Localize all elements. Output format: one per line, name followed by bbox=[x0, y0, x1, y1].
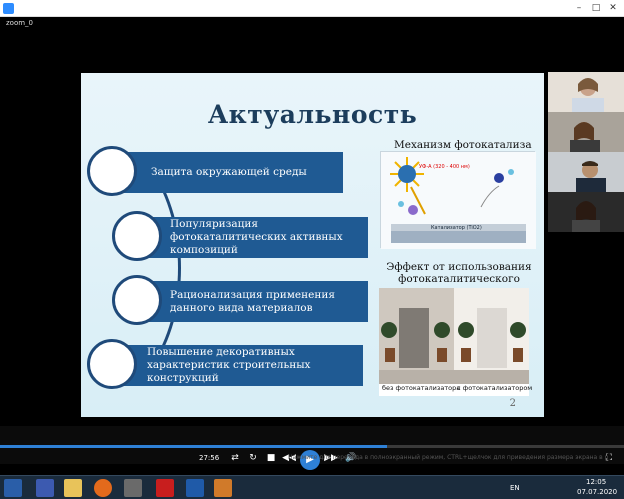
maximize-button[interactable]: □ bbox=[589, 1, 603, 15]
participant-thumbnails bbox=[548, 72, 624, 240]
seek-bar[interactable] bbox=[0, 445, 624, 448]
bullet-circle-1 bbox=[87, 146, 137, 196]
participant-video-4[interactable] bbox=[548, 192, 624, 232]
video-title: zoom_0 bbox=[6, 19, 34, 27]
close-button[interactable]: ✕ bbox=[606, 1, 620, 15]
bullet-circle-2 bbox=[112, 211, 162, 261]
taskbar: EN 12:05 07.07.2020 bbox=[0, 475, 624, 499]
slide-item-3: Рационализация применения данного вида м… bbox=[138, 281, 368, 322]
word-icon[interactable] bbox=[186, 479, 204, 497]
fullscreen-icon[interactable]: ⛶ bbox=[602, 451, 616, 465]
presentation-slide: Актуальность Защита окружающей среды Поп… bbox=[81, 73, 544, 417]
mechanism-title: Механизм фотокатализа bbox=[394, 139, 532, 151]
slide-item-4-text: Повышение декоративных характеристик стр… bbox=[147, 346, 311, 384]
language-indicator[interactable]: EN bbox=[510, 484, 520, 492]
slide-item-3-text: Рационализация применения данного вида м… bbox=[170, 288, 335, 314]
app-icon-2[interactable] bbox=[124, 479, 142, 497]
shuffle-icon[interactable]: ⇄ bbox=[228, 451, 242, 465]
slide-item-2-text: Популяризация фотокаталитических активны… bbox=[170, 218, 343, 256]
folder-icon[interactable] bbox=[64, 479, 82, 497]
bullet-circle-4 bbox=[87, 339, 137, 389]
media-player-icon[interactable] bbox=[214, 479, 232, 497]
elapsed-time: 27:56 bbox=[199, 454, 220, 462]
slide-page-number: 2 bbox=[509, 398, 516, 409]
participant-video-2[interactable] bbox=[548, 112, 624, 152]
slide-item-2: Популяризация фотокаталитических активны… bbox=[138, 217, 368, 258]
caption-without: без фотокатализатора bbox=[382, 384, 461, 392]
facade-comparison-photo bbox=[379, 288, 529, 396]
media-player-window: – □ ✕ zoom_0 Актуальность Защита окружаю… bbox=[0, 0, 624, 499]
catalyst-label: Катализатор (TiO2) bbox=[431, 225, 482, 231]
participant-video-3[interactable] bbox=[548, 152, 624, 192]
fullscreen-hint: Нажмите для перехода в полноэкранный реж… bbox=[288, 454, 608, 461]
pdf-icon[interactable] bbox=[156, 479, 174, 497]
start-icon[interactable] bbox=[4, 479, 22, 497]
clock-time[interactable]: 12:05 bbox=[586, 478, 606, 486]
slide-item-1-text: Защита окружающей среды bbox=[151, 166, 307, 178]
minimize-button[interactable]: – bbox=[572, 1, 586, 15]
clock-date[interactable]: 07.07.2020 bbox=[577, 488, 617, 496]
repeat-icon[interactable]: ↻ bbox=[246, 451, 260, 465]
app-icon bbox=[3, 3, 14, 14]
participant-video-1[interactable] bbox=[548, 72, 624, 112]
photocatalysis-diagram: УФ-А (320 - 400 нм) Катализатор (TiO2) bbox=[380, 151, 536, 249]
stop-icon[interactable]: ■ bbox=[264, 451, 278, 465]
slide-title: Актуальность bbox=[207, 100, 418, 129]
title-bar: – □ ✕ bbox=[0, 0, 624, 17]
firefox-icon[interactable] bbox=[94, 479, 112, 497]
slide-item-4: Повышение декоративных характеристик стр… bbox=[113, 345, 363, 386]
seek-bar-fill bbox=[0, 445, 387, 448]
caption-with: с фотокатализатором bbox=[457, 384, 533, 392]
slide-item-1: Защита окружающей среды bbox=[113, 152, 343, 193]
uv-label: УФ-А (320 - 400 нм) bbox=[419, 164, 470, 170]
app-icon-1[interactable] bbox=[36, 479, 54, 497]
bullet-circle-3 bbox=[112, 275, 162, 325]
